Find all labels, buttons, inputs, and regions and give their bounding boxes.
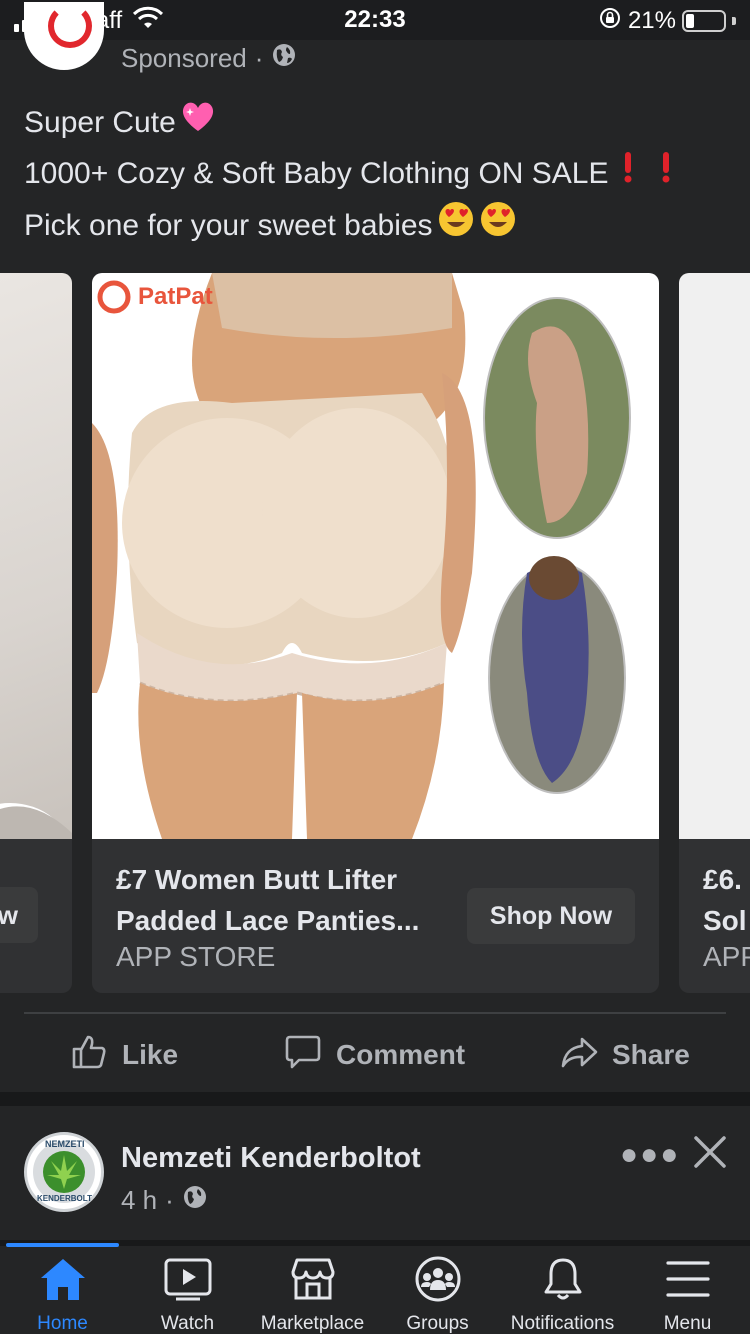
share-icon	[560, 1033, 598, 1078]
like-button[interactable]: Like	[70, 1026, 178, 1084]
tab-home[interactable]: Home	[0, 1256, 125, 1334]
avatar-text-top: NEMZETI	[45, 1139, 85, 1149]
post-time: 4 h	[121, 1185, 158, 1215]
sponsored-label: Sponsored	[121, 43, 247, 73]
page-name[interactable]: Nemzeti Kenderboltot	[121, 1142, 421, 1175]
brand-logo: PatPat	[138, 283, 213, 310]
exclamation-icon	[657, 150, 675, 200]
comment-label: Comment	[336, 1039, 466, 1070]
carousel-card-next[interactable]: £6. Sol APP	[679, 273, 750, 993]
post-message: Super Cute 1000+ Cozy & Soft Baby Clothi…	[24, 98, 675, 254]
close-icon[interactable]	[692, 1134, 728, 1175]
battery-percentage: 21%	[627, 6, 676, 34]
like-label: Like	[122, 1039, 179, 1070]
tab-watch[interactable]: Watch	[125, 1256, 250, 1334]
avatar-text-bottom: KENDERBOLT	[37, 1194, 92, 1203]
shop-now-button[interactable]: Shop Now	[467, 888, 635, 944]
sparkling-heart-icon	[180, 99, 216, 149]
battery-icon	[682, 9, 726, 32]
post-line-3: Pick one for your sweet babies	[24, 200, 675, 254]
thumbs-up-icon	[70, 1033, 108, 1078]
marketplace-icon	[289, 1256, 337, 1307]
post-actions: Like Comment Share	[0, 1026, 750, 1084]
post-line-2: 1000+ Cozy & Soft Baby Clothing ON SALE	[24, 149, 675, 200]
heart-eyes-emoji-icon	[479, 200, 517, 254]
globe-icon	[271, 42, 297, 75]
product-image[interactable]: PatPat	[92, 273, 659, 839]
product-title[interactable]: £7 Women Butt Lifter Padded Lace Panties…	[116, 859, 456, 941]
more-options-icon[interactable]: ●●●	[620, 1138, 680, 1172]
shop-now-button[interactable]: ow	[0, 887, 38, 943]
tab-notifications[interactable]: Notifications	[500, 1256, 625, 1334]
status-bar: giffgaff 22:33 21%	[0, 0, 750, 40]
watch-icon	[164, 1256, 212, 1307]
tab-label: Watch	[160, 1313, 215, 1334]
sponsored-row: Sponsored ·	[121, 42, 297, 75]
share-label: Share	[612, 1039, 690, 1070]
orientation-lock-icon	[598, 6, 622, 35]
tab-label: Marketplace	[260, 1313, 365, 1334]
groups-icon	[414, 1256, 462, 1307]
post-meta: 4 h ·	[121, 1184, 208, 1217]
tab-label: Notifications	[510, 1313, 615, 1334]
tab-menu[interactable]: Menu	[625, 1256, 750, 1334]
tab-label: Menu	[663, 1313, 712, 1334]
meta-separator: ·	[254, 43, 264, 73]
comment-button[interactable]: Comment	[284, 1026, 465, 1084]
carousel-card-previous[interactable]: ow	[0, 273, 72, 993]
home-icon	[39, 1256, 87, 1307]
comment-icon	[284, 1033, 322, 1078]
heart-eyes-emoji-icon	[437, 200, 475, 254]
product-image[interactable]	[679, 273, 750, 839]
meta-separator: ·	[165, 1185, 174, 1215]
product-source: APP	[703, 941, 750, 972]
divider	[24, 1012, 726, 1014]
share-button[interactable]: Share	[560, 1026, 690, 1084]
exclamation-icon	[619, 150, 637, 200]
carousel-card-current[interactable]: PatPat £7 Women Butt Lifter Padded Lace …	[92, 273, 659, 993]
battery-cap	[732, 16, 736, 25]
active-tab-indicator	[6, 1243, 119, 1247]
product-source: APP STORE	[116, 941, 276, 972]
feed-separator	[0, 1092, 750, 1106]
bell-icon	[539, 1256, 587, 1307]
tab-label: Groups	[406, 1313, 469, 1334]
menu-icon	[664, 1256, 712, 1307]
post-line-1: Super Cute	[24, 98, 675, 149]
product-title: £6. Sol	[703, 864, 747, 936]
tab-marketplace[interactable]: Marketplace	[250, 1256, 375, 1334]
bottom-tab-bar: Home Watch Marketplace Groups Notificati…	[0, 1240, 750, 1334]
page-avatar[interactable]: NEMZETI KENDERBOLT	[24, 1132, 104, 1212]
tab-label: Home	[37, 1313, 88, 1334]
advertiser-avatar[interactable]	[24, 2, 104, 70]
product-image[interactable]	[0, 273, 72, 903]
globe-icon	[182, 1184, 208, 1217]
tab-groups[interactable]: Groups	[375, 1256, 500, 1334]
